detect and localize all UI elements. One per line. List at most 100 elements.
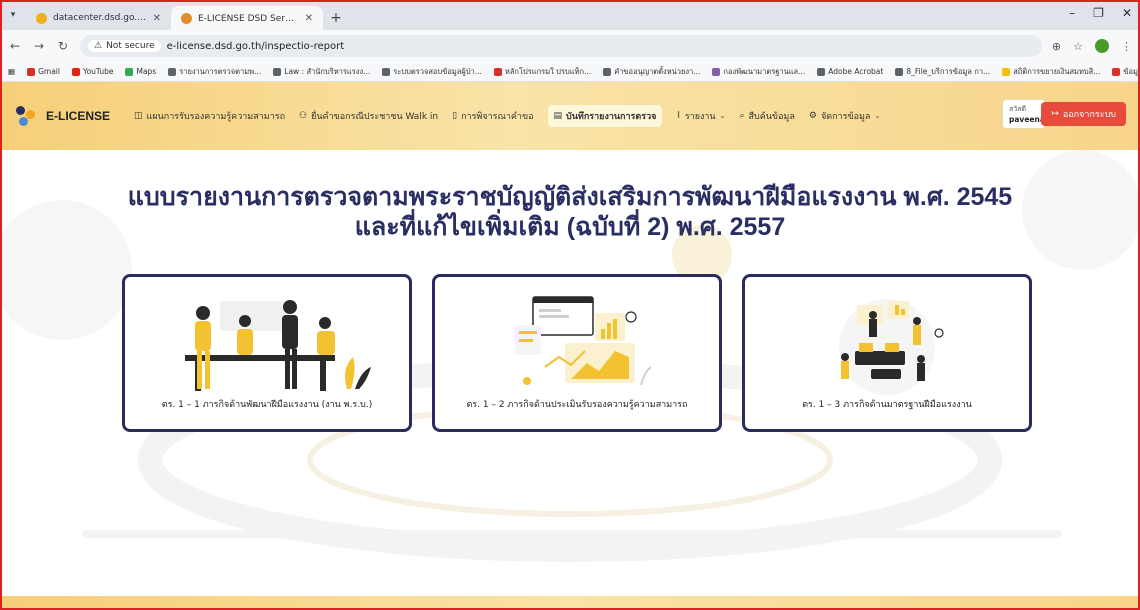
bookmark-item[interactable]: 8_File_บริการข้อมูล กา... <box>895 66 990 78</box>
bookmark-label: ข้อมูลสำหรับผู้ประกอบ... <box>1123 66 1140 76</box>
apps-grid-icon[interactable]: ▦ <box>8 67 15 76</box>
security-indicator[interactable]: ⚠ Not secure <box>88 40 161 52</box>
logout-label: ออกจากระบบ <box>1062 110 1116 120</box>
bookmark-label: 8_File_บริการข้อมูล กา... <box>906 66 991 76</box>
gear-icon: ⚙ <box>808 111 817 121</box>
menu-item-6[interactable]: ⌕ สืบค้นข้อมูล <box>739 109 794 123</box>
bookmark-favicon-icon <box>817 67 826 76</box>
card-label: ตร. 1 – 2 ภารกิจด้านประเมินรับรองความรู้… <box>466 400 688 410</box>
minimize-icon[interactable]: – <box>1069 6 1075 20</box>
bookmark-favicon-icon <box>1112 67 1121 76</box>
user-greeting: สวัสดี <box>1009 105 1027 113</box>
menu-item-4[interactable]: ▤ บันทึกรายงานการตรวจ <box>547 105 663 127</box>
logout-icon: ↦ <box>1051 109 1059 119</box>
report-card-2[interactable]: ตร. 1 – 2 ภารกิจด้านประเมินรับรองความรู้… <box>432 274 722 432</box>
dashboard-analytics-illustration <box>515 296 652 386</box>
footer-band <box>2 596 1138 608</box>
bookmark-label: สถิติการขยายเงินสมทบสิ... <box>1013 66 1101 76</box>
bookmark-item[interactable]: Law : สำนักบริหารแรงง... <box>273 66 370 78</box>
tab-search-icon[interactable]: ▾ <box>0 0 26 30</box>
bookmark-item[interactable]: Maps <box>125 67 156 76</box>
tab-title: E-LICENSE DSD Service - ระบบใบ <box>198 14 299 24</box>
url-text: e-license.dsd.go.th/inspectio-report <box>166 40 345 52</box>
document-icon: ▤ <box>553 111 563 121</box>
menu-item-label: บันทึกรายงานการตรวจ <box>566 112 657 122</box>
report-card-3[interactable]: ตร. 1 – 3 ภารกิจด้านมาตรฐานฝีมือแรงงาน <box>742 274 1032 432</box>
reload-icon[interactable]: ↻ <box>56 39 70 53</box>
menu-item-3[interactable]: ▯ การพิจารณาคำขอ <box>452 109 533 123</box>
bookmark-favicon-icon <box>168 67 177 76</box>
main-content: แบบรายงานการตรวจตามพระราชบัญญัติส่งเสริม… <box>2 150 1138 590</box>
menu-item-label: ยื่นคำขอกรณีประชาชน Walk in <box>311 112 439 122</box>
bookmark-label: Maps <box>136 67 157 76</box>
bookmark-favicon-icon <box>712 67 721 76</box>
bookmark-item[interactable]: YouTube <box>71 67 113 76</box>
more-menu-icon[interactable]: ⋮ <box>1121 40 1132 53</box>
book-icon: ◫ <box>134 111 143 121</box>
bookmark-label: Gmail <box>38 67 60 76</box>
logout-button[interactable]: ↦ ออกจากระบบ <box>1041 102 1126 126</box>
menu-item-5[interactable]: ⌇ รายงาน ⌄ <box>676 109 725 123</box>
menu-item-label: รายงาน <box>684 112 716 122</box>
bookmark-label: รายงานการตรวจตามพ... <box>179 66 262 76</box>
search-icon: ⌕ <box>739 111 745 121</box>
bookmark-item[interactable]: ข้อมูลสำหรับผู้ประกอบ... <box>1112 66 1140 78</box>
e-license-logo-icon <box>16 106 36 126</box>
menu-item-7[interactable]: ⚙ จัดการข้อมูล ⌄ <box>809 109 880 123</box>
bookmark-label: คำขออนุญาตตั้งหน่วยงา... <box>614 66 701 76</box>
bookmark-item[interactable]: รายงานการตรวจตามพ... <box>168 66 261 78</box>
bookmark-label: ระบบตรวจสอบข้อมูลผู้ป่า... <box>393 66 482 76</box>
profile-avatar[interactable] <box>1095 39 1109 53</box>
page-title-line1: แบบรายงานการตรวจตามพระราชบัญญัติส่งเสริม… <box>127 183 1013 211</box>
url-input[interactable]: ⚠ Not secure e-license.dsd.go.th/inspect… <box>80 35 1042 57</box>
security-label: Not secure <box>106 41 155 51</box>
zoom-icon[interactable]: ⊕ <box>1052 40 1061 53</box>
browser-tab-active[interactable]: E-LICENSE DSD Service - ระบบใบ ✕ <box>171 6 323 30</box>
bookmark-favicon-icon <box>1002 67 1011 76</box>
bookmark-favicon-icon <box>603 67 612 76</box>
page-title-line2: และที่แก้ไขเพิ่มเติม (ฉบับที่ 2) พ.ศ. 25… <box>354 213 786 241</box>
main-menu: ◫ แผนการรับรองความรู้ความสามารถ ⚇ ยื่นคำขอก… <box>134 105 880 127</box>
menu-item-2[interactable]: ⚇ ยื่นคำขอกรณีประชาชน Walk in <box>299 109 438 123</box>
menu-item-1[interactable]: ◫ แผนการรับรองความรู้ความสามารถ <box>134 109 285 123</box>
browser-tab-bar: ▾ datacenter.dsd.go.th | ✕ E-LICENSE DSD… <box>0 0 1140 30</box>
bookmark-item[interactable]: หลักโปรแกรมใ ปรบแท็ก... <box>493 66 591 78</box>
warning-icon: ⚠ <box>94 41 103 51</box>
tab-close-icon[interactable]: ✕ <box>305 13 313 24</box>
brand-name: E-LICENSE <box>46 109 111 123</box>
bookmark-favicon-icon <box>27 67 36 76</box>
card-label: ตร. 1 – 3 ภารกิจด้านมาตรฐานฝีมือแรงงาน <box>802 400 972 410</box>
bookmark-label: กองพัฒนามาตรฐานแล... <box>723 66 806 76</box>
report-card-1[interactable]: ตร. 1 – 1 ภารกิจด้านพัฒนาฝีมือแรงงาน (งา… <box>122 274 412 432</box>
back-icon[interactable]: ← <box>8 39 22 53</box>
bookmark-label: Adobe Acrobat <box>828 67 884 76</box>
bookmark-item[interactable]: กองพัฒนามาตรฐานแล... <box>712 66 805 78</box>
menu-item-label: แผนการรับรองความรู้ความสามารถ <box>146 112 286 122</box>
bookmark-item[interactable]: Adobe Acrobat <box>817 67 883 76</box>
tab-favicon-icon <box>36 12 47 24</box>
address-bar-actions: ⊕ ☆ ⋮ <box>1052 39 1132 53</box>
office-workers-illustration <box>839 299 944 395</box>
bookmark-favicon-icon <box>71 67 80 76</box>
app-navbar: E-LICENSE ◫ แผนการรับรองความรู้ความสามารถ… <box>2 82 1138 150</box>
bookmark-item[interactable]: Gmail <box>27 67 60 76</box>
close-window-icon[interactable]: ✕ <box>1122 6 1132 20</box>
bookmark-item[interactable]: ระบบตรวจสอบข้อมูลผู้ป่า... <box>382 66 482 78</box>
chevron-down-icon: ⌄ <box>874 112 881 120</box>
bookmark-star-icon[interactable]: ☆ <box>1073 40 1083 53</box>
new-tab-icon[interactable]: + <box>323 6 349 30</box>
bookmark-favicon-icon <box>895 67 904 76</box>
bookmark-favicon-icon <box>493 67 502 76</box>
clipboard-icon: ▯ <box>452 111 458 121</box>
user-plus-icon: ⚇ <box>299 111 308 121</box>
brand[interactable]: E-LICENSE <box>16 106 110 126</box>
restore-icon[interactable]: ❐ <box>1093 6 1104 20</box>
page-title: แบบรายงานการตรวจตามพระราชบัญญัติส่งเสริม… <box>2 182 1138 242</box>
bookmark-item[interactable]: สถิติการขยายเงินสมทบสิ... <box>1002 66 1100 78</box>
browser-tab[interactable]: datacenter.dsd.go.th | ✕ <box>26 6 171 30</box>
bookmark-item[interactable]: คำขออนุญาตตั้งหน่วยงา... <box>603 66 700 78</box>
tab-close-icon[interactable]: ✕ <box>153 13 161 24</box>
forward-icon[interactable]: → <box>32 39 46 53</box>
card-label: ตร. 1 – 1 ภารกิจด้านพัฒนาฝีมือแรงงาน (งา… <box>161 400 373 410</box>
user-info: สวัสดี paveenat <box>1002 99 1048 129</box>
